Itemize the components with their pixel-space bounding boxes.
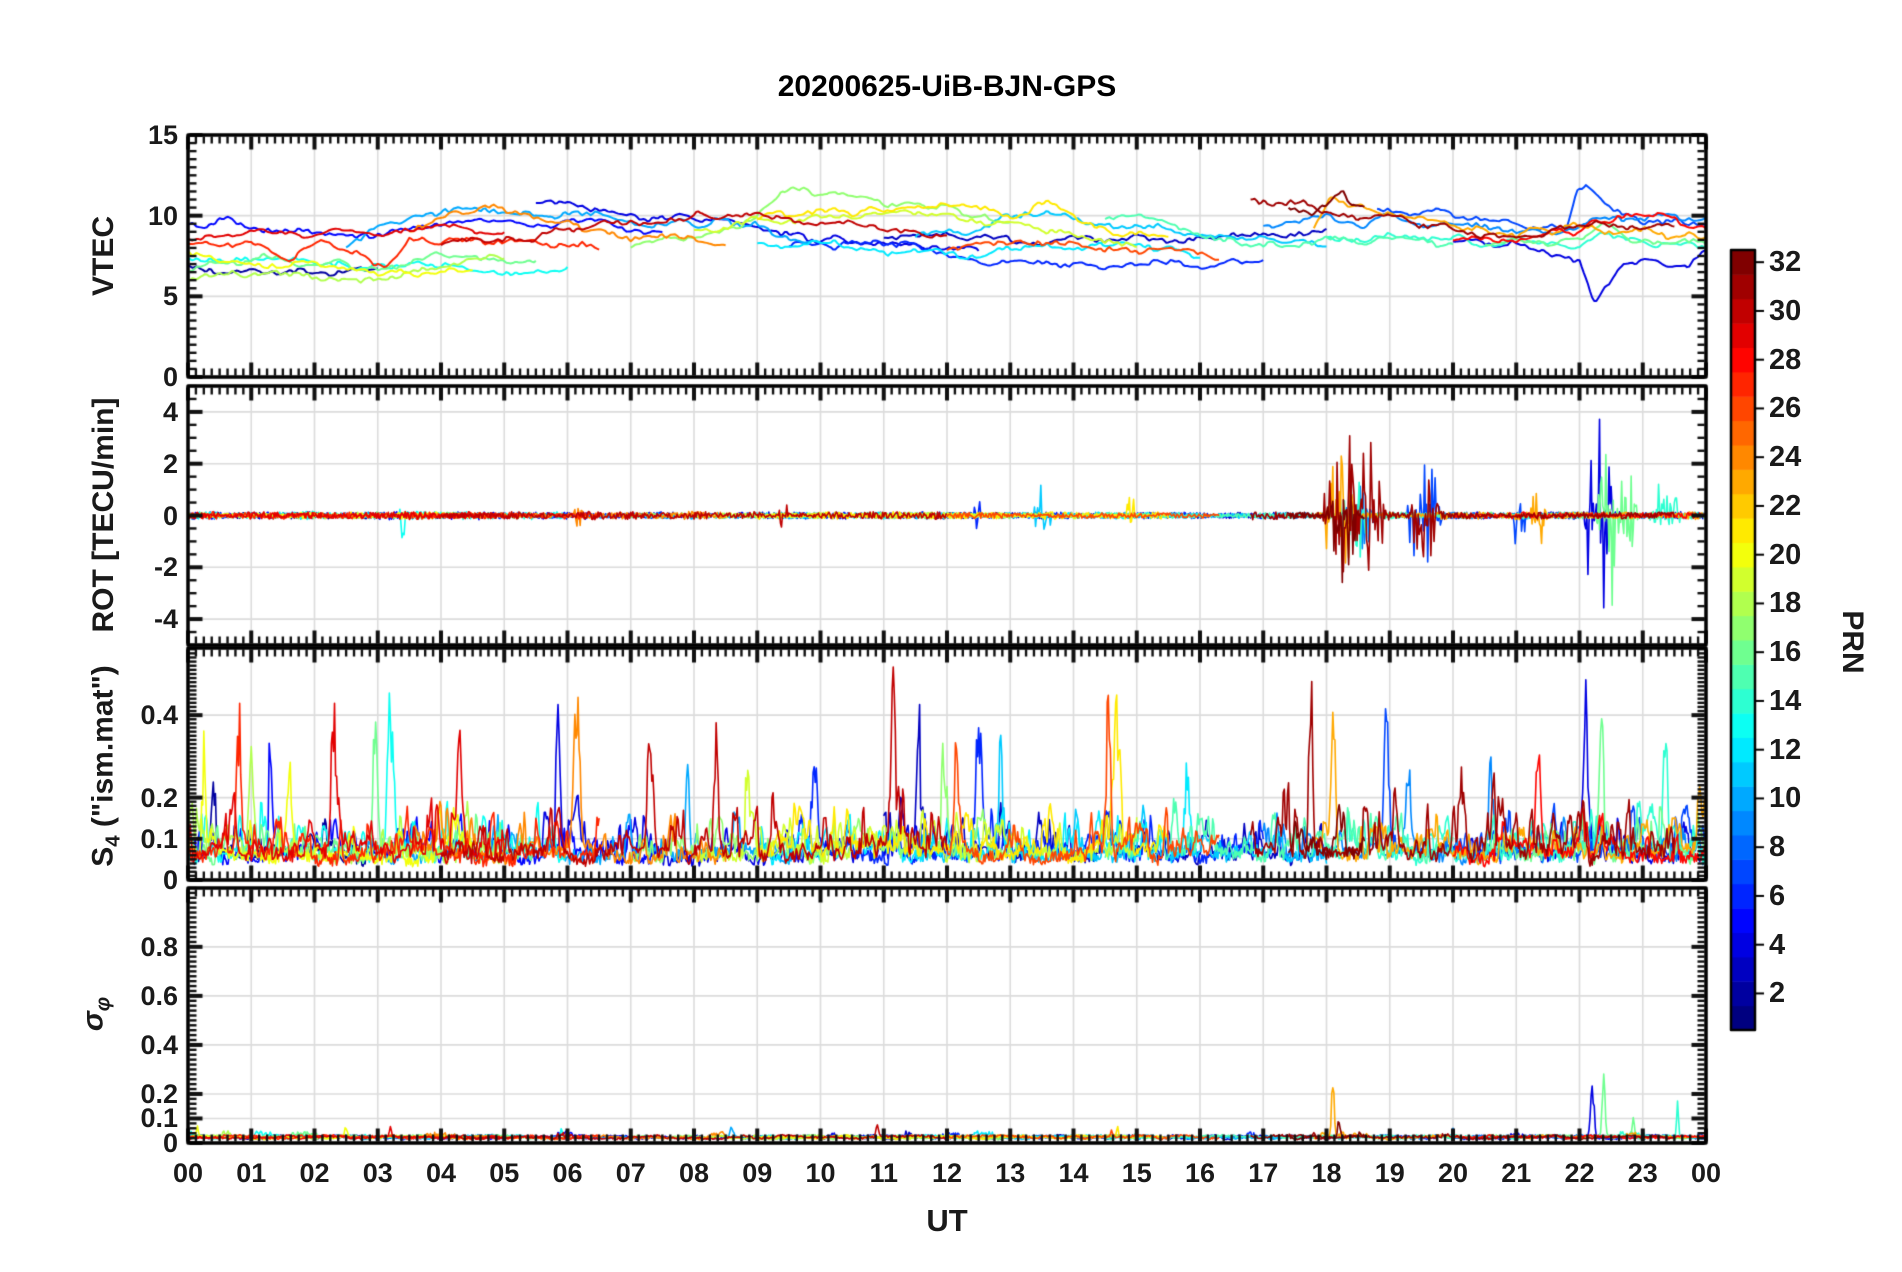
chart-title: 20200625-UiB-BJN-GPS — [777, 70, 1117, 103]
y-tick-label: 0.2 — [140, 782, 178, 813]
x-tick-label: 21 — [1501, 1158, 1532, 1188]
x-tick-label: 18 — [1311, 1158, 1342, 1188]
y-tick-label: -2 — [153, 552, 178, 583]
x-tick-label: 15 — [1121, 1158, 1152, 1188]
y-tick-label: 10 — [147, 200, 178, 231]
colorbar-tick-label: 4 — [1769, 928, 1786, 961]
x-tick-label: 06 — [552, 1158, 583, 1188]
x-tick-label: 07 — [615, 1158, 646, 1188]
y-tick-label: 0.2 — [140, 1078, 178, 1109]
colorbar-tick-label: 16 — [1769, 636, 1802, 669]
colorbar-tick-label: 26 — [1769, 392, 1802, 425]
x-tick-label: 10 — [805, 1158, 836, 1188]
x-tick-label: 13 — [995, 1158, 1026, 1188]
x-tick-label: 12 — [931, 1158, 963, 1188]
x-tick-label: 19 — [1374, 1158, 1405, 1188]
gps-multipanel-chart-canvas — [0, 0, 1902, 1272]
figure-root: { "title": "20200625-UiB-BJN-GPS", "colo… — [0, 0, 1902, 1272]
y-tick-label: 0.4 — [140, 1029, 178, 1060]
x-tick-label: 16 — [1184, 1158, 1216, 1188]
x-tick-label: 00 — [172, 1158, 204, 1188]
y-tick-label: 0 — [162, 362, 178, 392]
colorbar-tick-label: 32 — [1769, 246, 1802, 279]
y-tick-label: 4 — [162, 396, 178, 427]
x-tick-label: 05 — [489, 1158, 520, 1188]
colorbar-tick-label: 20 — [1769, 538, 1802, 571]
colorbar-tick-label: 28 — [1769, 343, 1802, 376]
colorbar-tick-label: 8 — [1769, 831, 1786, 864]
ut-axis-label: UT — [926, 1203, 968, 1238]
y-tick-label: 0.4 — [140, 700, 178, 731]
y-tick-label: 0 — [162, 500, 178, 531]
y-tick-label: 5 — [162, 281, 178, 312]
colorbar-tick-label: 14 — [1769, 684, 1802, 717]
colorbar-tick-label: 10 — [1769, 782, 1802, 815]
colorbar-tick-label: 6 — [1769, 879, 1786, 912]
x-tick-label: 14 — [1058, 1158, 1089, 1188]
x-tick-label: 01 — [236, 1158, 267, 1188]
colorbar-tick-label: 12 — [1769, 733, 1802, 766]
colorbar-tick-label: 2 — [1769, 977, 1786, 1010]
x-tick-label: 11 — [869, 1158, 899, 1188]
colorbar-tick-label: 18 — [1769, 587, 1802, 620]
colorbar-tick-label: 22 — [1769, 489, 1802, 522]
x-tick-label: 00 — [1690, 1158, 1722, 1188]
x-tick-label: 02 — [299, 1158, 330, 1188]
x-tick-label: 20 — [1437, 1158, 1469, 1188]
y-tick-label: 15 — [147, 120, 178, 150]
x-tick-label: 04 — [425, 1158, 457, 1188]
colorbar-tick-label: 30 — [1769, 294, 1802, 327]
sigma-label-main: σ — [76, 1011, 110, 1032]
y-tick-label: 0.1 — [140, 823, 178, 854]
x-tick-label: 17 — [1248, 1158, 1279, 1188]
x-tick-label: 09 — [742, 1158, 773, 1188]
y-tick-label: -4 — [153, 604, 178, 635]
colorbar-tick-label: 24 — [1769, 441, 1802, 474]
x-tick-label: 22 — [1564, 1158, 1595, 1188]
x-tick-label: 08 — [678, 1158, 710, 1188]
prn-colorbar-label: PRN — [1836, 610, 1869, 674]
x-tick-label: 23 — [1627, 1158, 1658, 1188]
y-tick-label: 0.6 — [140, 980, 178, 1011]
y-tick-label: 0 — [162, 865, 178, 895]
x-tick-label: 03 — [362, 1158, 393, 1188]
y-tick-label: 0.8 — [140, 931, 178, 962]
y-tick-label: 2 — [162, 448, 178, 479]
